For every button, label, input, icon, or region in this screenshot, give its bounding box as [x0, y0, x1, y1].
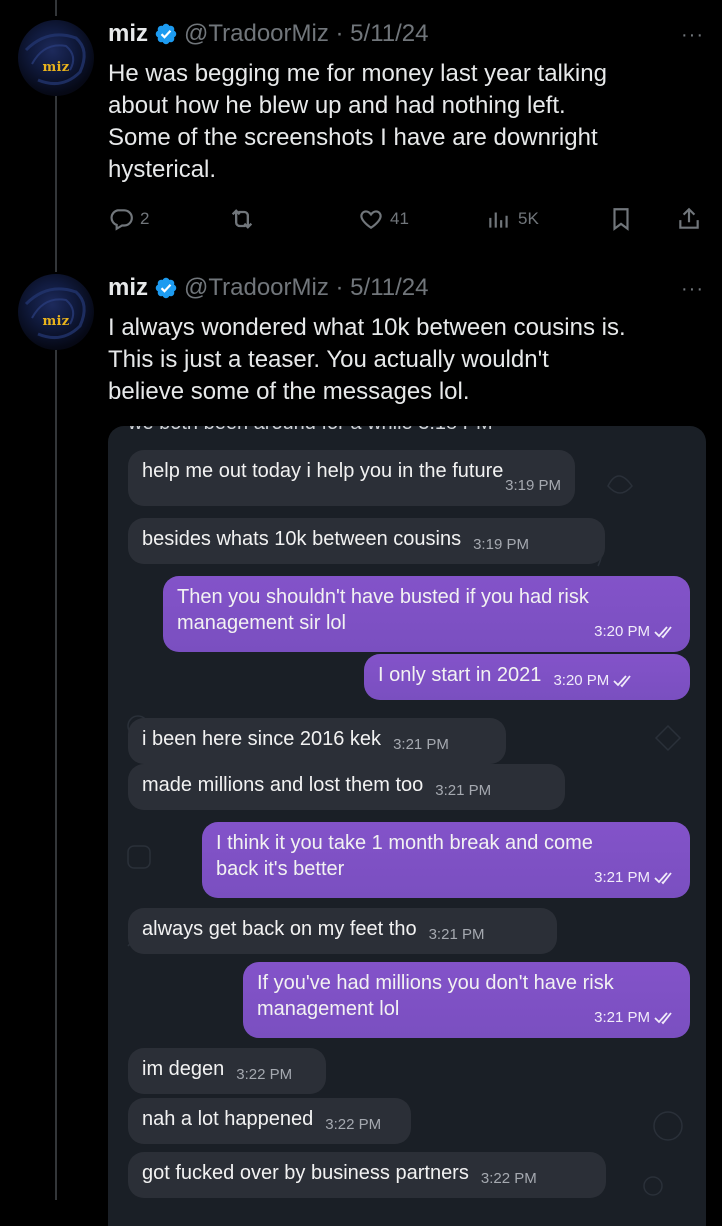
tweet-text: He was begging me for money last year ta… — [108, 58, 698, 186]
chat-message-text: i been here since 2016 kek — [142, 728, 382, 750]
tweet-text-line: Some of the screenshots I have are downr… — [108, 124, 598, 151]
bookmark-button[interactable] — [608, 202, 634, 236]
chat-bubble-outgoing[interactable]: Then you shouldn't have busted if you ha… — [163, 576, 690, 652]
verified-badge-icon — [155, 277, 177, 299]
chat-message-clipped: we both been around for a while 3:18 PM — [128, 426, 493, 435]
chat-bubble-incoming[interactable]: im degen 3:22 PM — [128, 1048, 326, 1094]
tweet-text-line: believe some of the messages lol. — [108, 378, 470, 405]
views-count: 5K — [518, 209, 539, 228]
tweet-text-line: He was begging me for money last year ta… — [108, 60, 607, 87]
chat-bubble-outgoing[interactable]: If you've had millions you don't have ri… — [243, 962, 690, 1038]
more-options-icon[interactable]: ··· — [681, 24, 704, 47]
chat-message-text: always get back on my feet tho — [142, 918, 417, 940]
reply-count: 2 — [140, 209, 150, 228]
retweet-icon — [231, 209, 253, 229]
chat-message-time: 3:19 PM — [505, 477, 561, 494]
chat-message-time: 3:21 PM — [594, 1005, 676, 1031]
chat-message-text: Then you shouldn't have busted if you ha… — [177, 586, 589, 608]
tweet-text-line: I always wondered what 10k between cousi… — [108, 314, 626, 341]
author-name[interactable]: miz — [108, 20, 148, 48]
retweet-button[interactable] — [228, 202, 256, 236]
like-button[interactable]: 41 — [358, 202, 409, 236]
avatar-swirl — [24, 33, 86, 86]
chat-message-text: made millions and lost them too — [142, 774, 424, 796]
chat-message-time: 3:21 PM — [435, 782, 492, 799]
chat-bubble-incoming[interactable]: i been here since 2016 kek 3:21 PM — [128, 718, 506, 764]
tweet-header: miz @TradoorMiz · 5/11/24 — [108, 20, 428, 48]
chat-message-time: 3:21 PM — [594, 865, 676, 891]
chat-message-text: im degen — [142, 1058, 225, 1080]
views-button[interactable]: 5K — [486, 202, 539, 236]
chat-bubble-incoming[interactable]: nah a lot happened 3:22 PM — [128, 1098, 411, 1144]
tweet-text: I always wondered what 10k between cousi… — [108, 312, 698, 408]
read-receipt-icon — [613, 675, 632, 688]
tweet-header: miz @TradoorMiz · 5/11/24 — [108, 274, 428, 302]
tweet-actions: 2 41 5K — [108, 202, 712, 236]
chat-message-time: 3:21 PM — [393, 736, 449, 753]
reply-icon — [110, 209, 133, 231]
chat-bubble-incoming[interactable]: got fucked over by business partners 3:22… — [128, 1152, 606, 1198]
tweet-text-line: about how he blew up and had nothing lef… — [108, 92, 566, 119]
more-options-icon[interactable]: ··· — [681, 278, 704, 301]
chat-bubble-outgoing[interactable]: I only start in 2021 3:20 PM — [364, 654, 690, 700]
avatar-swirl — [24, 287, 86, 340]
chat-message-text: got fucked over by business partners — [142, 1162, 469, 1184]
like-count: 41 — [390, 209, 409, 228]
chat-message-time: 3:21 PM — [428, 926, 485, 943]
chat-message-time: 3:22 PM — [236, 1066, 293, 1083]
chat-bubble-incoming[interactable]: made millions and lost them too 3:21 PM — [128, 764, 565, 810]
chat-message-text: I only start in 2021 — [378, 664, 542, 686]
views-icon — [489, 212, 508, 228]
chat-message-time: 3:22 PM — [325, 1116, 382, 1133]
read-receipt-icon — [654, 626, 672, 639]
chat-message-time: 3:20 PM — [594, 619, 676, 645]
chat-message-text: nah a lot happened — [142, 1108, 314, 1130]
chat-message-text: If you've had millions you don't have ri… — [257, 972, 614, 994]
share-button[interactable] — [676, 202, 702, 236]
chat-message-time: 3:20 PM — [553, 668, 635, 694]
thread-line — [55, 350, 57, 1200]
read-receipt-icon — [654, 872, 672, 885]
avatar-label: miz — [42, 314, 70, 329]
chat-bubble-incoming[interactable]: besides whats 10k between cousins 3:19 PM — [128, 518, 605, 564]
author-name[interactable]: miz — [108, 274, 148, 302]
avatar-label: miz — [42, 60, 70, 75]
tweet-media-image[interactable]: we both been around for a while 3:18 PM h… — [108, 426, 706, 1226]
chat-bubble-incoming[interactable]: always get back on my feet tho 3:21 PM — [128, 908, 557, 954]
chat-message-time: 3:22 PM — [480, 1170, 537, 1187]
verified-badge-icon — [155, 23, 177, 45]
thread-line — [55, 0, 57, 16]
avatar[interactable]: miz — [18, 20, 94, 96]
share-icon — [679, 207, 699, 229]
bookmark-icon — [613, 208, 629, 231]
chat-bubble-outgoing[interactable]: I think it you take 1 month break and co… — [202, 822, 690, 898]
chat-message-time: 3:19 PM — [473, 536, 529, 553]
chat-message-text: I think it you take 1 month break and co… — [216, 832, 593, 854]
tweet-text-line: This is just a teaser. You actually woul… — [108, 346, 549, 373]
tweet-text-line: hysterical. — [108, 156, 217, 183]
reply-button[interactable]: 2 — [108, 202, 149, 236]
handle-and-date[interactable]: @TradoorMiz · 5/11/24 — [184, 274, 428, 302]
chat-bubble-incoming[interactable]: help me out today i help you in the futu… — [128, 450, 575, 506]
read-receipt-icon — [654, 1012, 672, 1025]
like-icon — [360, 210, 382, 229]
avatar[interactable]: miz — [18, 274, 94, 350]
chat-message-text: help me out today i help you in the futu… — [142, 460, 504, 482]
chat-message-text: besides whats 10k between cousins — [142, 528, 462, 550]
handle-and-date[interactable]: @TradoorMiz · 5/11/24 — [184, 20, 428, 48]
thread-line — [55, 96, 57, 272]
